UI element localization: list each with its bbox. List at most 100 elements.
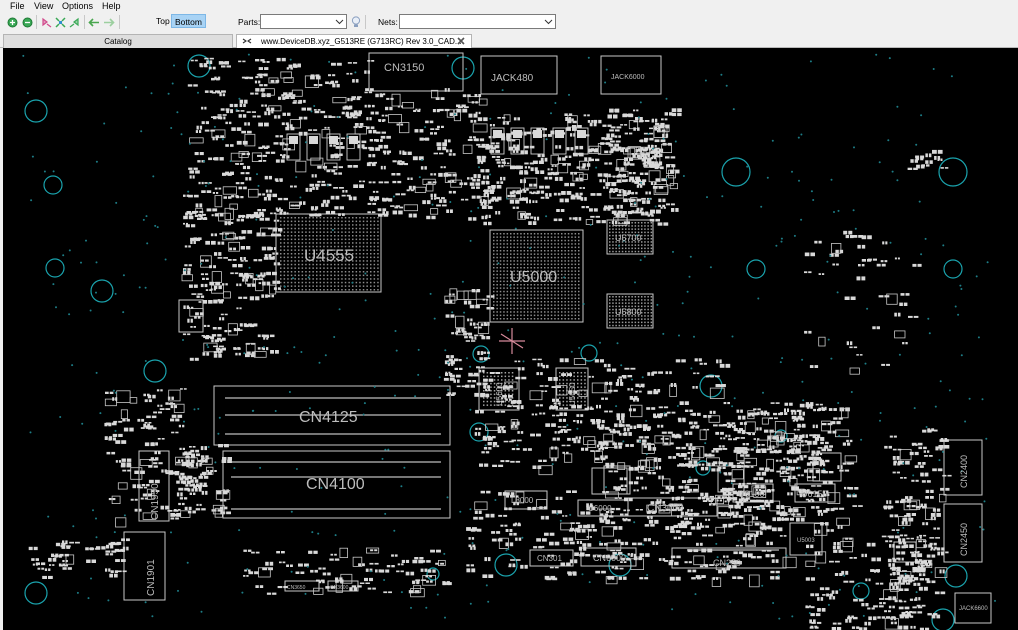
bga-pad	[499, 311, 502, 313]
smd-pad	[210, 129, 215, 132]
bga-pad	[647, 250, 649, 253]
nets-combobox[interactable]	[399, 14, 556, 29]
smd-pad	[654, 139, 660, 143]
zoom-in-icon[interactable]	[6, 16, 18, 28]
smd-pad	[838, 417, 843, 420]
smd-pad	[481, 181, 485, 185]
smd-pad	[470, 318, 473, 322]
bga-pad	[520, 301, 522, 303]
tab-catalog[interactable]: Catalog	[3, 34, 233, 48]
smd-pad	[643, 132, 648, 135]
bga-pad	[523, 311, 526, 313]
smd-pad	[496, 531, 501, 534]
forward-arrow-icon[interactable]	[103, 16, 115, 28]
bga-pad	[644, 318, 646, 320]
smd-pad	[632, 542, 637, 546]
bga-pad	[298, 242, 300, 244]
smd-pad	[609, 381, 613, 386]
bga-pad	[330, 278, 332, 280]
back-arrow-icon[interactable]	[88, 16, 100, 28]
parts-combobox[interactable]	[260, 14, 347, 29]
smd-pad	[550, 130, 555, 135]
smd-pad	[465, 198, 469, 201]
bga-pad	[557, 287, 560, 289]
smd-pad	[366, 117, 369, 121]
smd-pad	[796, 517, 800, 522]
smd-pad	[735, 511, 739, 515]
smd-pad	[636, 476, 640, 480]
smd-pad	[372, 181, 376, 184]
bga-pad	[571, 297, 573, 300]
menu-view[interactable]: View	[34, 1, 53, 11]
smd-pad	[551, 386, 556, 388]
menu-help[interactable]: Help	[102, 1, 121, 11]
bga-pad	[618, 222, 621, 224]
smd-pad	[397, 180, 402, 184]
bga-pad	[547, 304, 549, 306]
smd-pad	[196, 295, 200, 298]
smd-pad	[752, 482, 757, 485]
smd-pad	[396, 123, 400, 126]
lightbulb-icon[interactable]	[350, 16, 362, 28]
menu-options[interactable]: Options	[62, 1, 93, 11]
smd-pad	[517, 400, 522, 403]
bga-pad	[612, 241, 614, 243]
bga-pad	[628, 321, 630, 324]
smd-pad	[656, 155, 660, 158]
smd-pad	[613, 470, 619, 473]
smd-pad	[746, 443, 749, 446]
side-bottom-button[interactable]: Bottom	[171, 14, 206, 28]
board-view[interactable]: CN3150 JACK480 JACK6000 U4555 U5000 U570…	[3, 48, 1018, 630]
smd-pad	[828, 471, 834, 474]
fit-board-icon[interactable]	[54, 16, 66, 28]
smd-pad	[430, 197, 433, 200]
bga-pad	[637, 324, 640, 327]
smd-pad	[429, 120, 434, 124]
zoom-out-icon[interactable]	[21, 16, 33, 28]
bga-pad	[557, 273, 560, 276]
smd-pad	[558, 418, 562, 422]
bga-pad	[506, 256, 509, 259]
smd-pad	[500, 176, 503, 181]
bga-pad	[298, 220, 300, 223]
bga-pad	[308, 220, 311, 223]
component-outline	[536, 499, 547, 508]
bga-pad	[330, 271, 332, 273]
bga-pad	[631, 296, 633, 298]
smd-pad	[544, 532, 549, 536]
smd-pad	[570, 133, 573, 137]
bga-pad	[574, 311, 577, 313]
bga-pad	[513, 311, 515, 313]
smd-pad	[509, 532, 513, 536]
bga-pad	[504, 375, 507, 378]
bga-pad	[377, 253, 379, 255]
smd-pad	[265, 294, 268, 298]
bga-pad	[618, 296, 621, 298]
smd-pad	[217, 257, 223, 259]
smd-pad	[233, 347, 237, 350]
side-top-button[interactable]: Top	[153, 14, 173, 28]
smd-pad	[577, 405, 582, 409]
smd-pad	[590, 450, 595, 452]
bga-pad	[301, 224, 304, 226]
component-outline	[789, 478, 798, 487]
bga-pad	[609, 302, 611, 304]
smd-pad	[789, 517, 794, 521]
bga-pad	[530, 301, 532, 303]
smd-pad	[230, 144, 234, 147]
tab-document[interactable]: www.DeviceDB.xyz_G513RE (G713RC) Rev 3.0…	[236, 34, 472, 48]
bga-pad	[301, 289, 304, 291]
bga-pad	[550, 294, 553, 296]
bga-pad	[567, 284, 570, 286]
menu-file[interactable]: File	[10, 1, 25, 11]
rotate-right-icon[interactable]	[68, 16, 80, 28]
bga-pad	[647, 318, 649, 320]
smd-pad	[368, 104, 371, 108]
smd-pad	[595, 215, 600, 218]
rotate-left-icon[interactable]	[40, 16, 52, 28]
smd-pad	[798, 444, 801, 447]
bga-pad	[571, 246, 573, 249]
smd-pad	[690, 426, 695, 429]
pcb-canvas[interactable]: CN3150 JACK480 JACK6000 U4555 U5000 U570…	[3, 48, 1018, 630]
smd-pad	[524, 150, 528, 155]
